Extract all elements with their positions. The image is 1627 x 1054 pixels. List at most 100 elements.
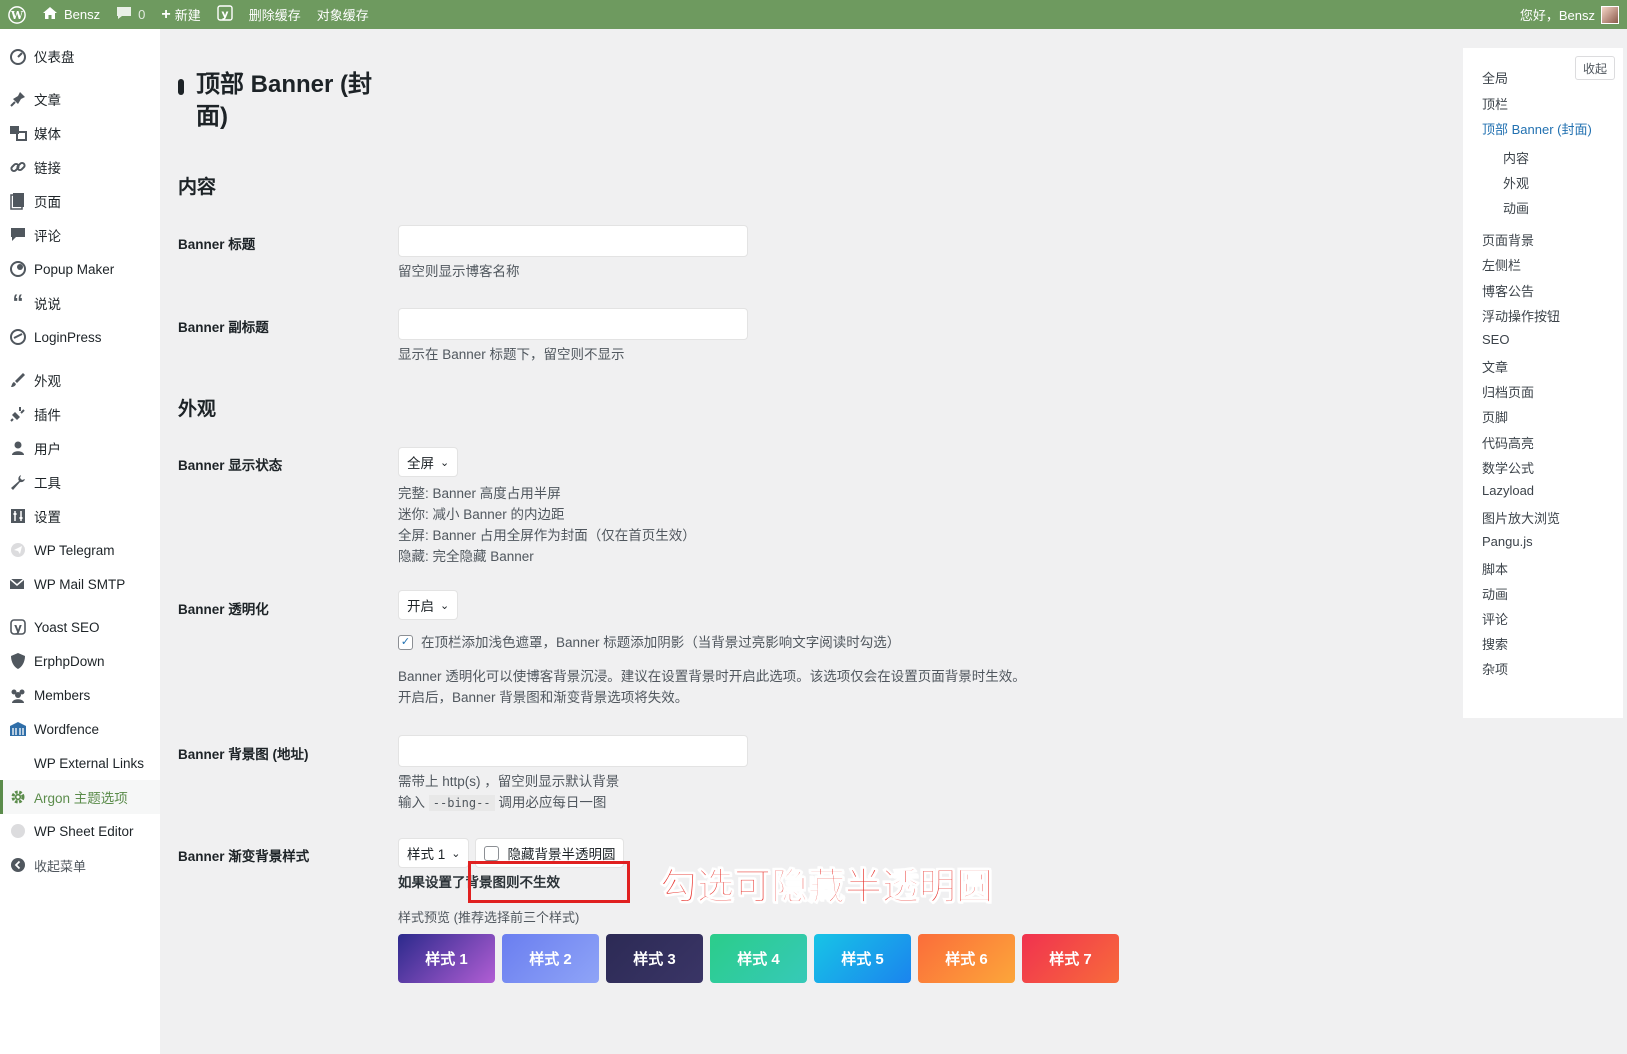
- dashboard-icon: [8, 46, 28, 66]
- toc-item[interactable]: 顶栏: [1482, 94, 1508, 113]
- menu-item-plugins[interactable]: 插件: [0, 397, 160, 431]
- menu-label: ErphpDown: [34, 653, 105, 669]
- menu-item-popup-maker[interactable]: Popup Maker: [0, 252, 160, 286]
- toc-item[interactable]: 内容: [1503, 148, 1529, 167]
- svg-text:W: W: [10, 9, 24, 22]
- menu-label: 评论: [34, 229, 61, 244]
- menu-item-yoast-seo[interactable]: y Yoast SEO: [0, 610, 160, 644]
- toc-collapse-button[interactable]: 收起: [1575, 56, 1615, 80]
- style-preview-button[interactable]: 样式 5: [814, 934, 911, 983]
- style-preview-button[interactable]: 样式 2: [502, 934, 599, 983]
- toc-item[interactable]: 评论: [1482, 609, 1508, 628]
- yoast-link[interactable]: y: [209, 0, 241, 29]
- toc-item[interactable]: 文章: [1482, 357, 1508, 376]
- banner-mask-checkbox-row: ✓ 在顶栏添加浅色遮罩，Banner 标题添加阴影（当背景过亮影响文字阅读时勾选…: [398, 632, 1026, 653]
- site-name-link[interactable]: Bensz: [34, 0, 108, 29]
- toc-item[interactable]: 页脚: [1482, 407, 1508, 426]
- menu-label: 插件: [34, 408, 61, 423]
- menu-item-erphpdown[interactable]: ErphpDown: [0, 644, 160, 678]
- menu-item-pages[interactable]: 页面: [0, 184, 160, 218]
- menu-item-argon-options[interactable]: Argon 主题选项: [0, 780, 160, 814]
- menu-item-comments[interactable]: 评论: [0, 218, 160, 252]
- style-preview-button[interactable]: 样式 6: [918, 934, 1015, 983]
- menu-item-users[interactable]: 用户: [0, 431, 160, 465]
- menu-item-media[interactable]: 媒体: [0, 116, 160, 150]
- banner-mask-checkbox[interactable]: ✓: [398, 635, 413, 650]
- banner-subtitle-input[interactable]: [398, 308, 748, 340]
- sheet-editor-icon: [8, 821, 28, 841]
- menu-item-collapse[interactable]: 收起菜单: [0, 848, 160, 882]
- wordpress-logo-icon[interactable]: W: [0, 0, 34, 29]
- avatar[interactable]: [1601, 5, 1619, 24]
- toc-item[interactable]: 图片放大浏览: [1482, 508, 1560, 527]
- toc-item[interactable]: 左侧栏: [1482, 255, 1521, 274]
- toc-item[interactable]: 动画: [1503, 198, 1529, 217]
- hide-circle-checkbox[interactable]: [484, 845, 500, 861]
- toc-item[interactable]: 全局: [1482, 68, 1508, 87]
- toc-item[interactable]: 页面背景: [1482, 230, 1534, 249]
- toc-item[interactable]: Lazyload: [1482, 483, 1534, 498]
- plus-icon: +: [161, 5, 171, 23]
- banner-bg-image-input[interactable]: [398, 735, 748, 767]
- menu-item-tools[interactable]: 工具: [0, 465, 160, 499]
- menu-label: Wordfence: [34, 721, 100, 737]
- admin-menu: 仪表盘 文章 媒体 链接 页面 评论 Popup Maker “ 说说 Logi…: [0, 29, 160, 1054]
- toc-item[interactable]: 外观: [1503, 173, 1529, 192]
- site-name: Bensz: [64, 7, 101, 22]
- menu-item-wp-telegram[interactable]: WP Telegram: [0, 533, 160, 567]
- banner-transparent-select[interactable]: 开启 ⌄: [398, 590, 459, 620]
- toc-item[interactable]: 代码高亮: [1482, 433, 1534, 452]
- toc-item[interactable]: 数学公式: [1482, 458, 1534, 477]
- options-toc: 收起 全局 顶栏 顶部 Banner (封面) 内容 外观 动画 页面背景 左侧栏 博客公告 浮动…: [1463, 48, 1623, 718]
- members-icon: [8, 685, 28, 705]
- toc-item[interactable]: SEO: [1482, 332, 1509, 347]
- desc-line: 开启后，Banner 背景图和渐变背景选项将失效。: [398, 690, 689, 705]
- yoast-icon: y: [217, 5, 233, 24]
- select-value: 样式 1: [407, 847, 446, 862]
- menu-label: 收起菜单: [34, 858, 87, 874]
- menu-item-members[interactable]: Members: [0, 678, 160, 712]
- hide-circle-label[interactable]: 隐藏背景半透明圆: [507, 843, 615, 863]
- menu-item-links[interactable]: 链接: [0, 150, 160, 184]
- new-content-link[interactable]: + 新建: [153, 0, 208, 29]
- menu-item-settings[interactable]: 设置: [0, 499, 160, 533]
- toc-item[interactable]: 动画: [1482, 584, 1508, 603]
- comment-bubble-icon: [116, 6, 132, 23]
- style-preview-button[interactable]: 样式 4: [710, 934, 807, 983]
- toc-item[interactable]: Pangu.js: [1482, 534, 1533, 549]
- banner-title-input[interactable]: [398, 225, 748, 257]
- chevron-down-icon: ⌄: [440, 599, 450, 612]
- menu-item-wordfence[interactable]: Wordfence: [0, 712, 160, 746]
- toc-item[interactable]: 浮动操作按钮: [1482, 306, 1560, 325]
- menu-label: WP Mail SMTP: [34, 576, 126, 592]
- banner-mask-checkbox-label[interactable]: 在顶栏添加浅色遮罩，Banner 标题添加阴影（当背景过亮影响文字阅读时勾选）: [421, 632, 900, 653]
- style-preview-button[interactable]: 样式 7: [1022, 934, 1119, 983]
- menu-item-shuoshuo[interactable]: “ 说说: [0, 286, 160, 320]
- new-label: 新建: [174, 8, 201, 23]
- banner-display-select[interactable]: 全屏 ⌄: [398, 447, 459, 477]
- menu-item-appearance[interactable]: 外观: [0, 363, 160, 397]
- menu-item-wp-mail-smtp[interactable]: WP Mail SMTP: [0, 567, 160, 601]
- style-preview-button[interactable]: 样式 3: [606, 934, 703, 983]
- toc-item[interactable]: 杂项: [1482, 659, 1508, 678]
- page-title: 顶部 Banner (封面): [178, 69, 388, 133]
- menu-item-loginpress[interactable]: LoginPress: [0, 320, 160, 354]
- menu-item-posts[interactable]: 文章: [0, 82, 160, 116]
- toc-item[interactable]: 脚本: [1482, 559, 1508, 578]
- toc-item[interactable]: 博客公告: [1482, 281, 1534, 300]
- greeting[interactable]: 您好，Bensz: [1520, 5, 1595, 24]
- banner-transparent-label: Banner 透明化: [178, 602, 269, 617]
- menu-item-wp-external-links[interactable]: WP External Links: [0, 746, 160, 780]
- toc-item[interactable]: 顶部 Banner (封面): [1482, 119, 1592, 138]
- style-preview-button[interactable]: 样式 1: [398, 934, 495, 983]
- menu-item-wp-sheet-editor[interactable]: WP Sheet Editor: [0, 814, 160, 848]
- banner-gradient-select[interactable]: 样式 1 ⌄: [398, 838, 470, 868]
- object-cache-link[interactable]: 对象缓存: [309, 0, 377, 29]
- menu-label: 仪表盘: [34, 50, 75, 65]
- desc-prefix: 输入: [398, 795, 425, 810]
- comments-link[interactable]: 0: [108, 0, 153, 29]
- menu-item-dashboard[interactable]: 仪表盘: [0, 39, 160, 73]
- clear-cache-link[interactable]: 删除缓存: [241, 0, 309, 29]
- toc-item[interactable]: 归档页面: [1482, 382, 1534, 401]
- toc-item[interactable]: 搜索: [1482, 634, 1508, 653]
